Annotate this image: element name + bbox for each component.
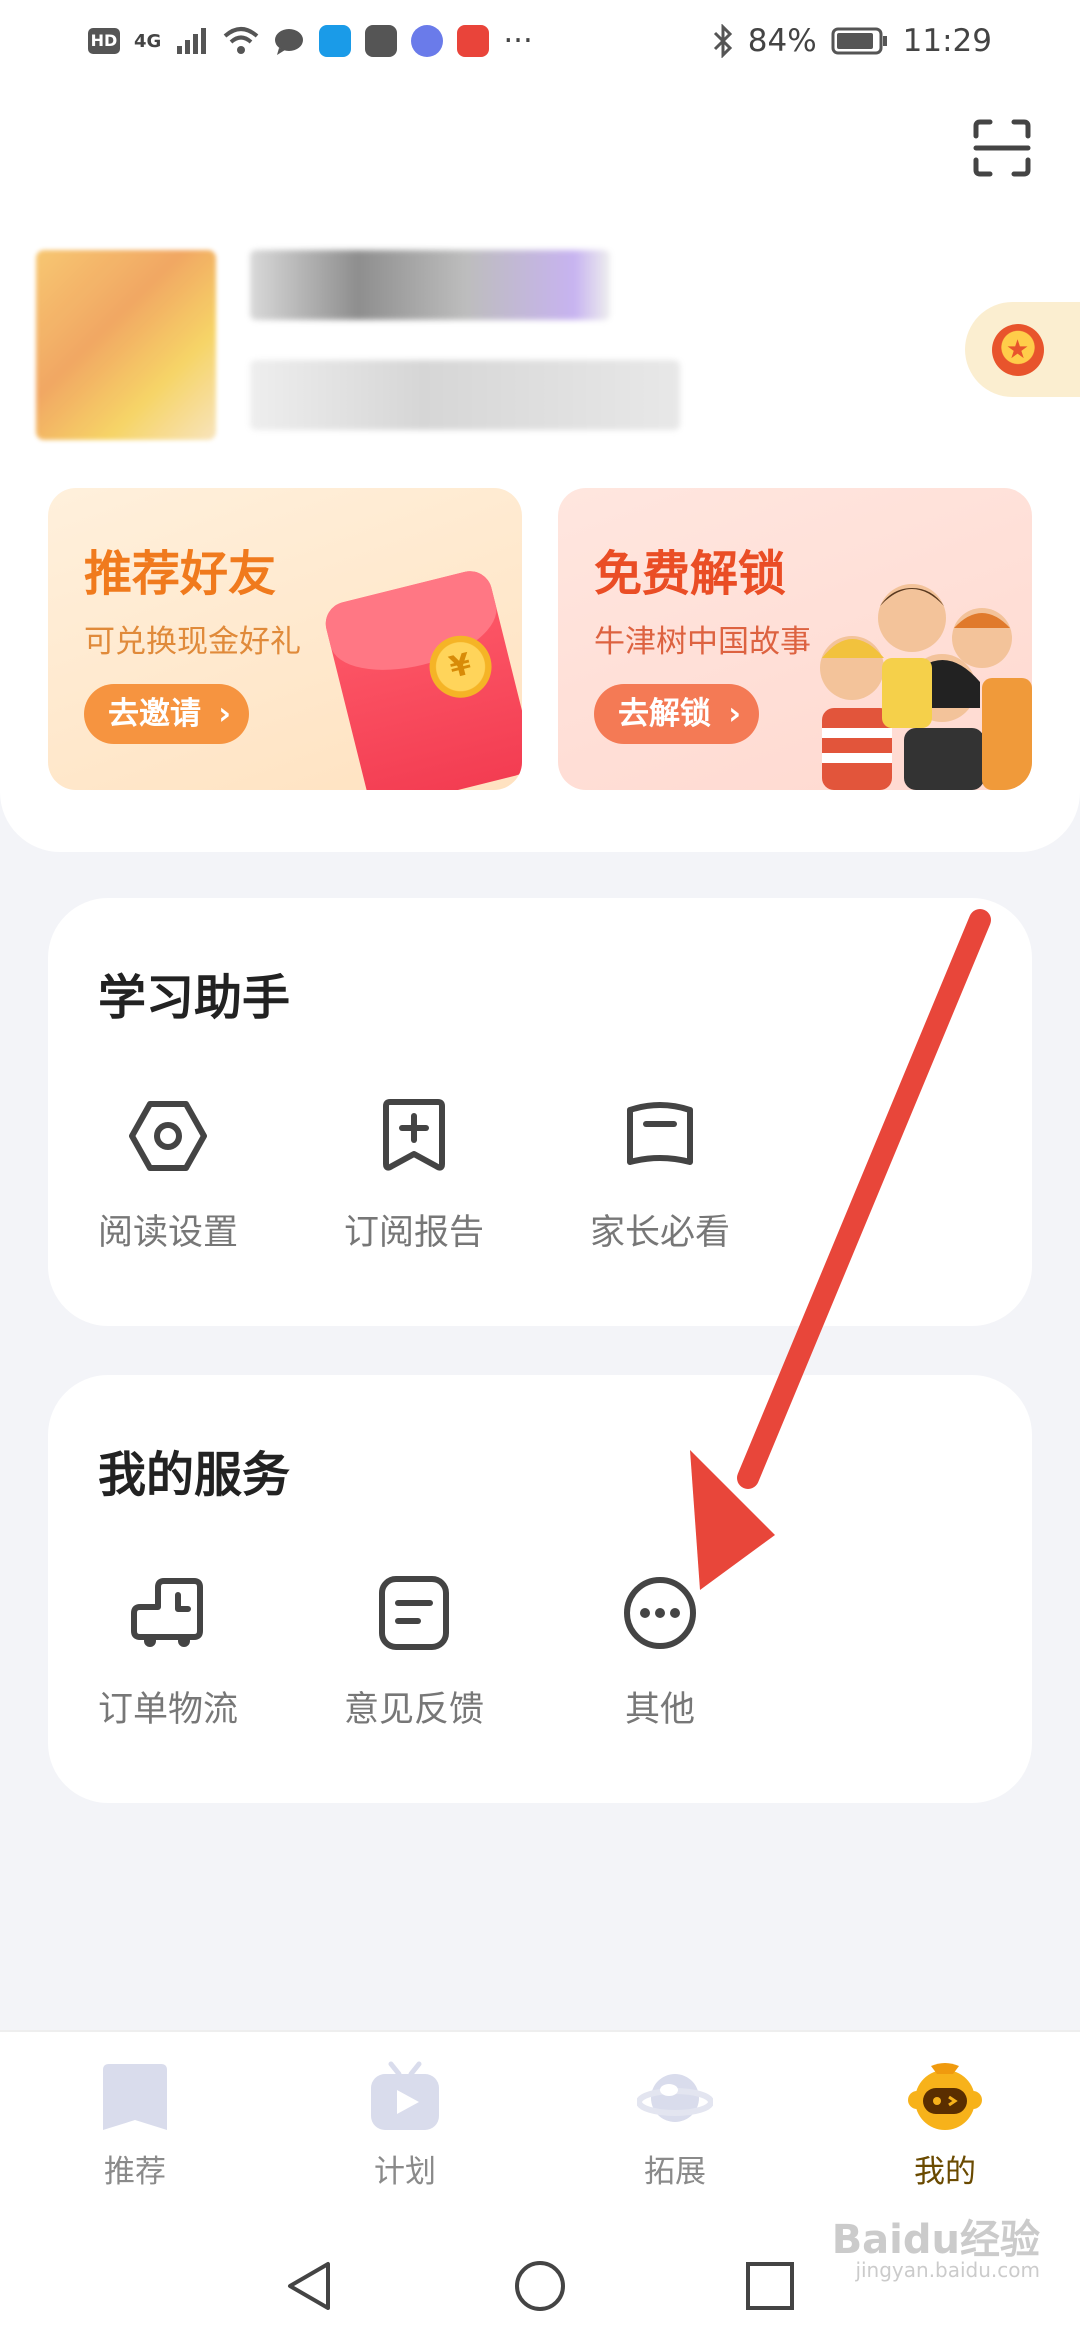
unlock-button[interactable]: 去解锁 ›	[594, 684, 759, 744]
recommend-icon	[103, 2064, 167, 2130]
tab-recommend-label: 推荐	[104, 2154, 166, 2190]
tab-explore[interactable]: 拓展	[575, 2060, 775, 2191]
parents-guide-item[interactable]: 家长必看	[560, 1096, 760, 1255]
order-logistics-label: 订单物流	[97, 1690, 238, 1730]
chevron-right-icon: ›	[728, 696, 741, 732]
recent-apps-icon[interactable]	[742, 2258, 798, 2314]
battery-percent: 84%	[747, 23, 817, 59]
reading-settings-label: 阅读设置	[97, 1213, 238, 1253]
music-app-icon	[411, 25, 444, 57]
page: HD 4G ··· 84% 11:29 ★ 推荐好友 可兑换现金好礼 去邀请 ›…	[0, 0, 1080, 2340]
my-services-section: 我的服务 订单物流 意见反馈 其他	[48, 1375, 1032, 1803]
back-icon[interactable]	[282, 2258, 338, 2314]
free-unlock-banner[interactable]: 免费解锁 牛津树中国故事 去解锁 ›	[558, 488, 1032, 790]
tab-plan-label: 计划	[374, 2154, 436, 2190]
order-logistics-item[interactable]: 订单物流	[68, 1573, 268, 1732]
home-icon[interactable]	[512, 2258, 568, 2314]
learning-assistant-title: 学习助手	[98, 970, 291, 1026]
wifi-icon	[223, 27, 259, 54]
user-id-redacted	[250, 360, 680, 430]
unlock-title: 免费解锁	[594, 546, 787, 602]
invite-button[interactable]: 去邀请 ›	[84, 684, 249, 744]
tab-mine-label: 我的	[914, 2154, 976, 2190]
invite-title: 推荐好友	[84, 546, 277, 602]
status-bar-left: HD 4G ···	[88, 23, 533, 59]
chat-icon	[275, 29, 304, 55]
reading-settings-item[interactable]: 阅读设置	[68, 1096, 268, 1255]
tab-plan[interactable]: 计划	[305, 2060, 505, 2191]
other-label: 其他	[624, 1690, 695, 1730]
signal-icon	[177, 28, 207, 54]
status-bar-right: 84% 11:29	[712, 23, 992, 59]
parents-guide-label: 家长必看	[589, 1213, 730, 1253]
clock: 11:29	[902, 23, 992, 59]
tab-mine[interactable]: 我的	[845, 2060, 1045, 2191]
network-label: 4G	[134, 30, 162, 52]
feedback-note-icon	[379, 1576, 449, 1650]
watermark-sub: jingyan.baidu.com	[855, 2258, 1040, 2282]
invite-button-label: 去邀请	[108, 696, 201, 732]
more-notifications-icon: ···	[503, 23, 533, 59]
avatar[interactable]	[36, 250, 216, 440]
kids-illustration	[820, 584, 1032, 790]
learning-assistant-section: 学习助手 阅读设置 订阅报告 家长必看	[48, 898, 1032, 1326]
red-envelope-icon: ¥	[321, 566, 522, 790]
invite-subtitle: 可兑换现金好礼	[84, 624, 301, 660]
hexagon-settings-icon	[129, 1101, 207, 1171]
subscription-report-item[interactable]: 订阅报告	[314, 1096, 514, 1255]
book-icon	[627, 1102, 693, 1165]
more-dots-icon	[624, 1577, 696, 1649]
planet-icon	[637, 2074, 713, 2122]
other-item[interactable]: 其他	[560, 1573, 760, 1732]
unlock-subtitle: 牛津树中国故事	[594, 624, 811, 660]
feedback-label: 意见反馈	[343, 1690, 484, 1730]
medal-icon	[991, 323, 1044, 376]
battery-icon	[831, 27, 887, 55]
invite-friend-banner[interactable]: 推荐好友 可兑换现金好礼 去邀请 › ¥	[48, 488, 522, 790]
store-app-icon	[457, 25, 490, 57]
user-name-redacted	[250, 250, 610, 320]
delivery-truck-icon	[131, 1578, 203, 1647]
plan-tv-icon	[371, 2061, 439, 2130]
watermark: Baidu经验 jingyan.baidu.com	[832, 2220, 1040, 2280]
watermark-text: Baidu经验	[831, 2217, 1040, 2263]
huawei-app-icon	[365, 25, 398, 57]
status-bar: HD 4G ··· 84% 11:29	[0, 0, 1080, 82]
bookmark-plus-icon	[383, 1099, 445, 1171]
hd-badge: HD	[88, 28, 120, 54]
subscription-report-label: 订阅报告	[343, 1213, 484, 1253]
bluetooth-icon	[713, 24, 732, 58]
search-app-icon	[319, 25, 352, 57]
unlock-button-label: 去解锁	[618, 696, 711, 732]
feedback-item[interactable]: 意见反馈	[314, 1573, 514, 1732]
my-services-title: 我的服务	[98, 1447, 291, 1503]
achievement-badge[interactable]	[965, 302, 1080, 397]
mascot-icon	[908, 2063, 982, 2130]
tab-recommend[interactable]: 推荐	[35, 2060, 235, 2191]
chevron-right-icon: ›	[218, 696, 231, 732]
tab-explore-label: 拓展	[644, 2154, 706, 2190]
scan-icon[interactable]	[972, 118, 1032, 178]
